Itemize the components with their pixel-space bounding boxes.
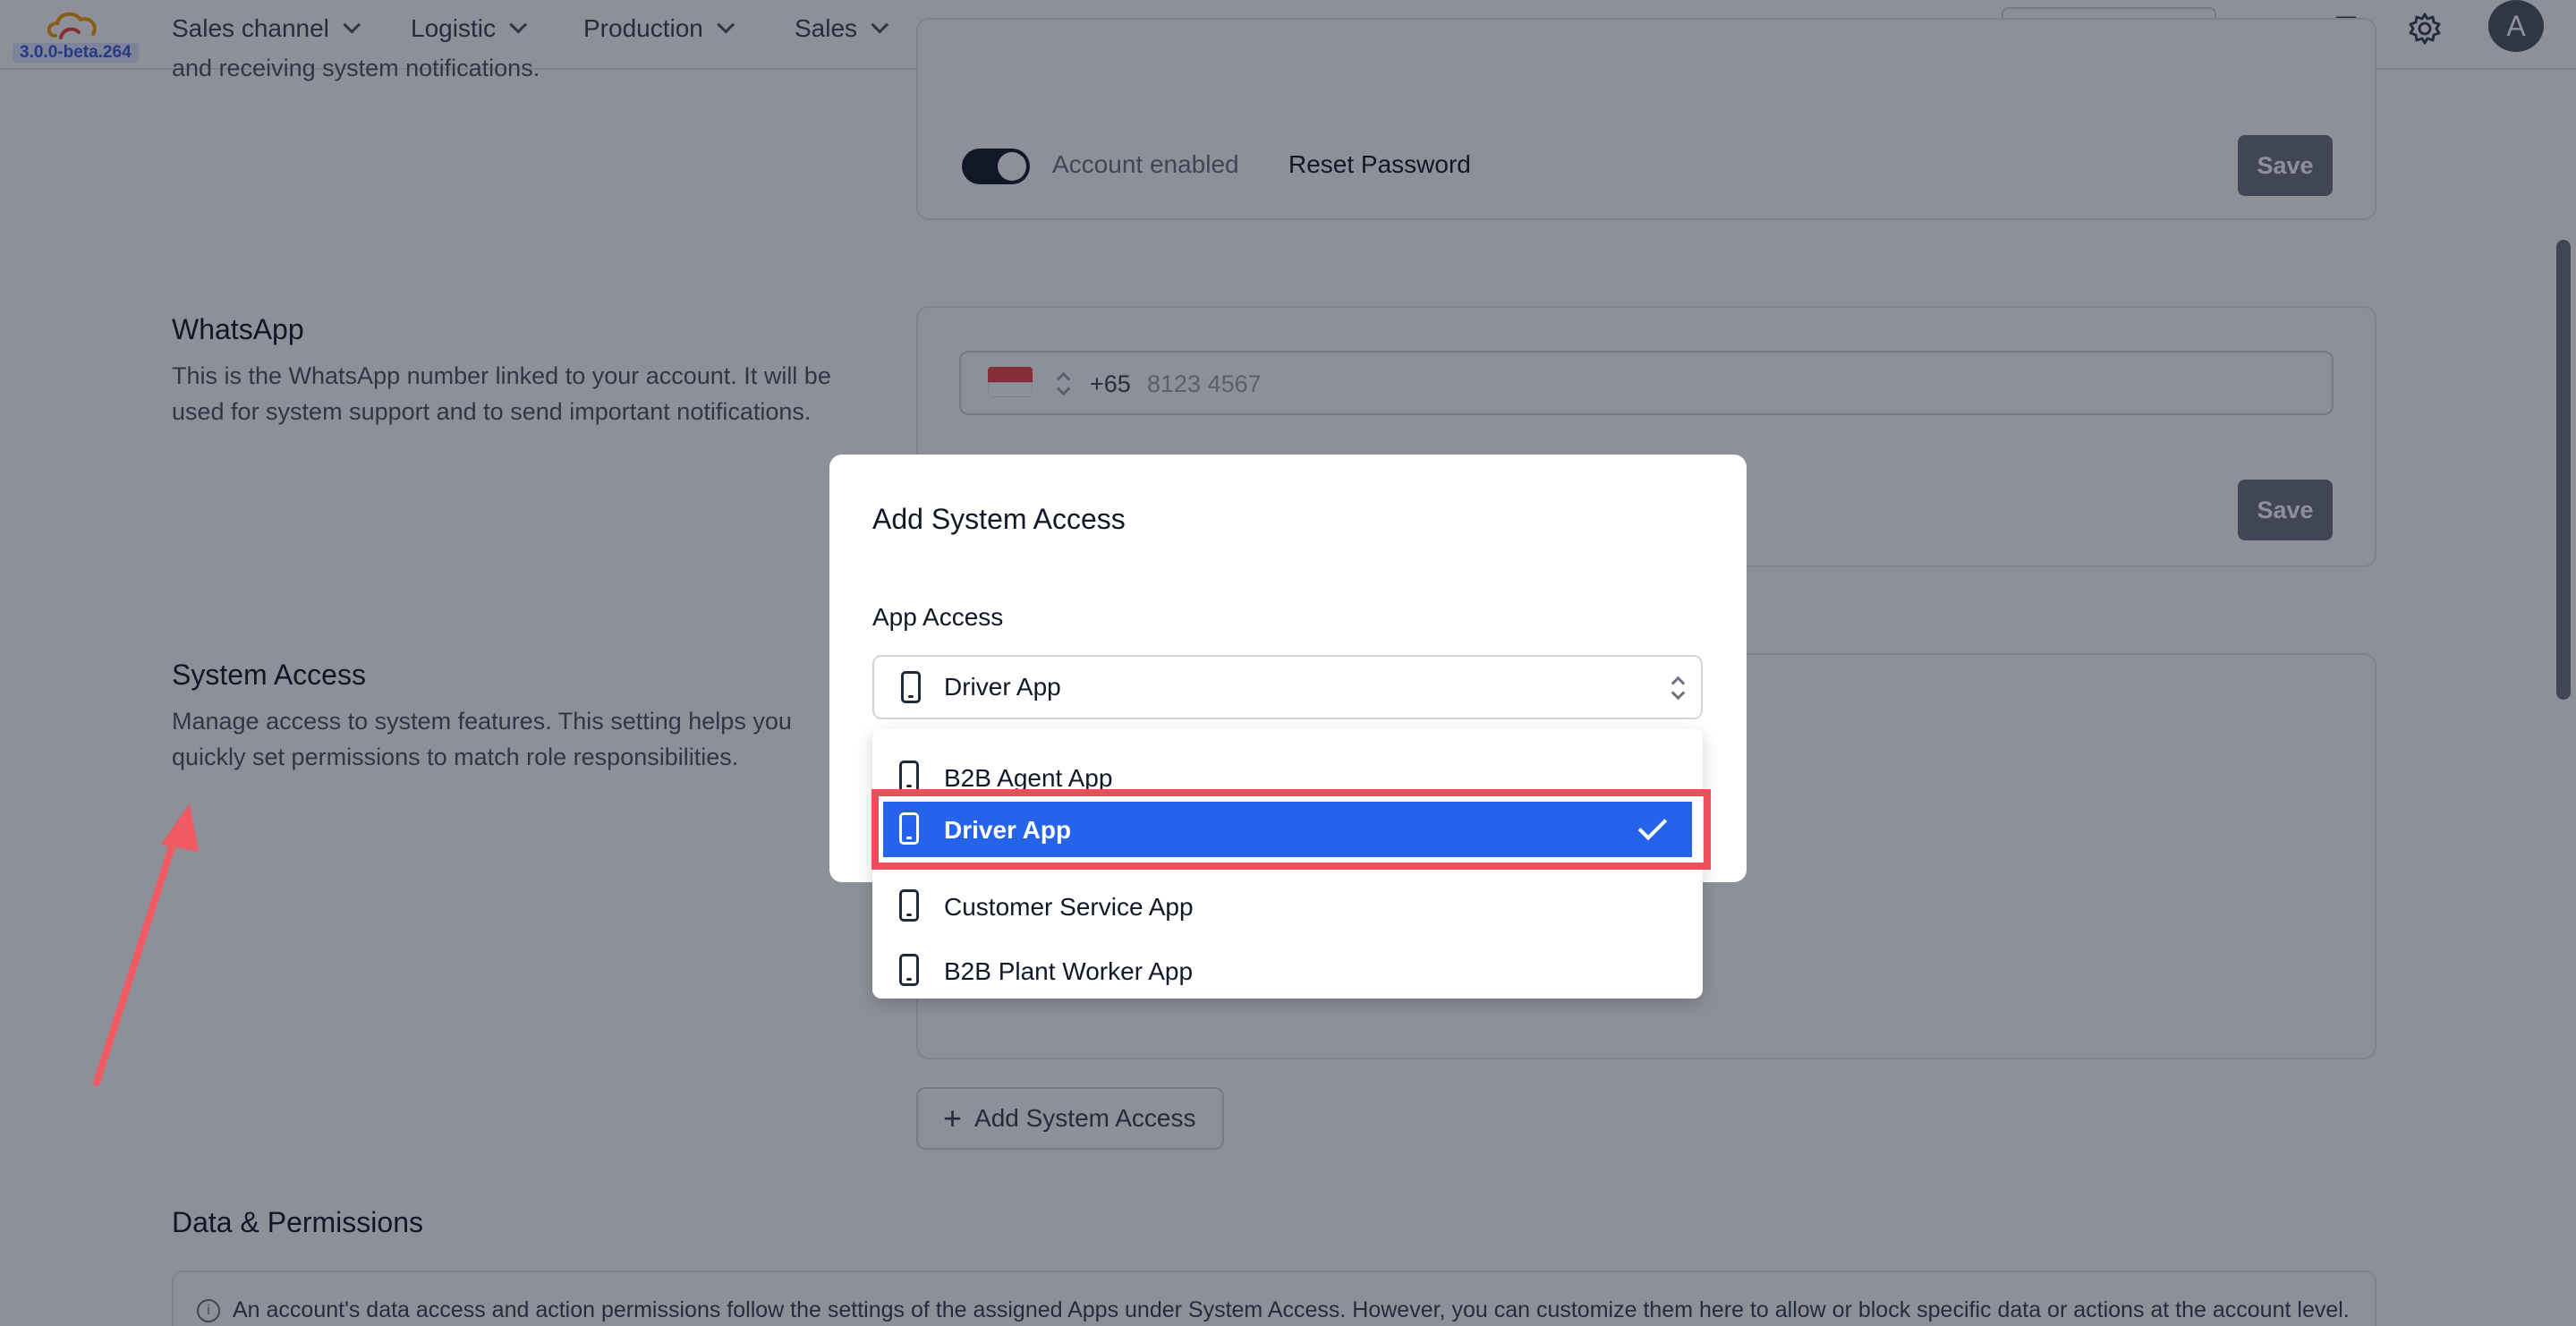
app-access-label: App Access [872, 603, 1004, 631]
option-b2b-plant-worker-app[interactable]: B2B Plant Worker App [872, 939, 1703, 1004]
mobile-phone-icon [899, 761, 919, 793]
highlight-box-annotation [871, 789, 1711, 870]
app-access-selected-value: Driver App [944, 673, 1061, 701]
app-access-select[interactable]: Driver App [872, 655, 1703, 719]
mobile-phone-icon [899, 954, 919, 986]
option-customer-service-app[interactable]: Customer Service App [872, 875, 1703, 939]
select-chevrons-icon [1671, 675, 1685, 701]
mobile-phone-icon [901, 671, 921, 703]
option-label: B2B Plant Worker App [944, 957, 1194, 985]
mobile-phone-icon [899, 889, 919, 922]
modal-title: Add System Access [872, 503, 1126, 535]
option-label: Customer Service App [944, 893, 1194, 921]
